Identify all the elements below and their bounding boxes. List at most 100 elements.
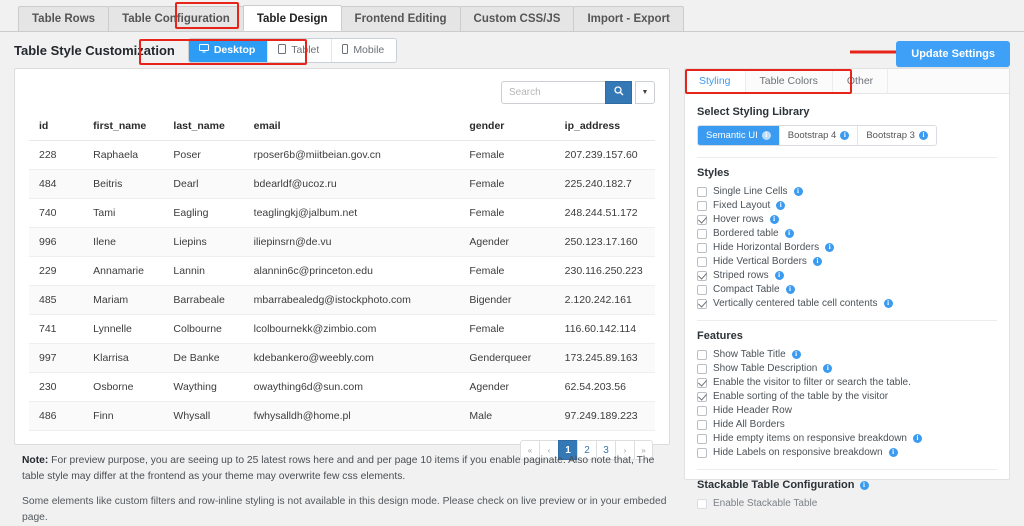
style-option-vertically-centered-table-cell-contents[interactable]: Vertically centered table cell contents i	[697, 298, 997, 309]
checkbox-icon[interactable]	[697, 298, 707, 309]
preview-search-row: ▼	[15, 69, 669, 112]
checkbox-icon[interactable]	[697, 498, 707, 509]
feature-option-show-table-title[interactable]: Show Table Title i	[697, 349, 997, 360]
column-header-email[interactable]: email	[243, 112, 460, 141]
tab-table-rows[interactable]: Table Rows	[18, 6, 110, 31]
cell-gender: Female	[459, 198, 555, 228]
checkbox-icon[interactable]	[697, 391, 707, 402]
table-row: 229 Annamarie Lannin alannin6c@princeton.ed…	[29, 256, 655, 286]
info-icon[interactable]: i	[883, 299, 893, 308]
style-option-striped-rows[interactable]: Striped rows i	[697, 270, 997, 281]
styling-library-group: Semantic UI i Bootstrap 4 i Bootstrap 3 …	[697, 125, 937, 146]
feature-option-hide-all-borders[interactable]: Hide All Borders	[697, 419, 997, 430]
search-input[interactable]	[501, 81, 605, 104]
search-options-button[interactable]: ▼	[635, 81, 655, 104]
checkbox-icon[interactable]	[697, 377, 707, 388]
cell-first-name: Finn	[83, 401, 164, 431]
info-icon[interactable]: i	[912, 434, 922, 443]
feature-option-label: Show Table Title	[713, 349, 786, 360]
info-icon[interactable]: i	[791, 350, 801, 359]
info-icon[interactable]: i	[785, 285, 795, 294]
column-header-gender[interactable]: gender	[459, 112, 555, 141]
table-row: 228 Raphaela Poser rposer6b@miitbeian.gov.c…	[29, 140, 655, 170]
info-icon[interactable]: i	[888, 448, 898, 457]
mobile-icon	[342, 43, 349, 57]
style-option-label: Fixed Layout	[713, 200, 771, 211]
checkbox-icon[interactable]	[697, 405, 707, 416]
info-icon[interactable]: i	[776, 201, 786, 210]
tab-frontend-editing[interactable]: Frontend Editing	[340, 6, 461, 31]
cell-first-name: Beitris	[83, 169, 164, 199]
checkbox-icon[interactable]	[697, 284, 707, 295]
update-settings-button[interactable]: Update Settings	[896, 41, 1010, 67]
info-icon[interactable]: i	[769, 215, 779, 224]
info-icon[interactable]: i	[784, 229, 794, 238]
checkbox-icon[interactable]	[697, 270, 707, 281]
cell-last-name: Liepins	[163, 227, 244, 257]
style-option-single-line-cells[interactable]: Single Line Cells i	[697, 186, 997, 197]
tab-table-configuration[interactable]: Table Configuration	[108, 6, 244, 31]
checkbox-icon[interactable]	[697, 242, 707, 253]
stackable-option-enable-stackable-table[interactable]: Enable Stackable Table	[697, 498, 997, 509]
info-icon[interactable]: i	[774, 271, 784, 280]
info-icon[interactable]: i	[918, 131, 928, 140]
divider	[697, 320, 997, 321]
checkbox-icon[interactable]	[697, 349, 707, 360]
info-icon[interactable]: i	[823, 364, 833, 373]
feature-option-hide-labels-on-responsive-breakdown[interactable]: Hide Labels on responsive breakdown i	[697, 447, 997, 458]
cell-ip-address: 116.60.142.114	[554, 314, 655, 344]
style-option-hide-vertical-borders[interactable]: Hide Vertical Borders i	[697, 256, 997, 267]
device-tablet-label: Tablet	[291, 44, 320, 56]
library-semantic-ui-button[interactable]: Semantic UI i	[698, 126, 780, 145]
info-icon[interactable]: i	[840, 131, 850, 140]
cell-ip-address: 225.240.182.7	[554, 169, 655, 199]
feature-option-show-table-description[interactable]: Show Table Description i	[697, 363, 997, 374]
style-option-compact-table[interactable]: Compact Table i	[697, 284, 997, 295]
tab-table-design[interactable]: Table Design	[242, 5, 342, 31]
feature-option-hide-header-row[interactable]: Hide Header Row	[697, 405, 997, 416]
style-option-bordered-table[interactable]: Bordered table i	[697, 228, 997, 239]
checkbox-icon[interactable]	[697, 186, 707, 197]
checkbox-icon[interactable]	[697, 256, 707, 267]
tab-custom-css-js[interactable]: Custom CSS/JS	[459, 6, 575, 31]
column-header-first-name[interactable]: first_name	[83, 112, 164, 141]
cell-email: mbarrabealedg@istockphoto.com	[243, 285, 460, 315]
table-row: 484 Beitris Dearl bdearldf@ucoz.ru Female 225…	[29, 169, 655, 199]
feature-option-enable-sorting-of-the-table-by-the-visitor[interactable]: Enable sorting of the table by the visit…	[697, 391, 997, 402]
panel-tab-styling[interactable]: Styling	[685, 69, 746, 94]
info-icon[interactable]: i	[761, 131, 771, 140]
checkbox-icon[interactable]	[697, 433, 707, 444]
device-mobile-button[interactable]: Mobile	[332, 38, 397, 62]
feature-option-enable-the-visitor-to-filter-or-search-the-table[interactable]: Enable the visitor to filter or search t…	[697, 377, 997, 388]
style-option-hide-horizontal-borders[interactable]: Hide Horizontal Borders i	[697, 242, 997, 253]
style-option-hover-rows[interactable]: Hover rows i	[697, 214, 997, 225]
cell-email: bdearldf@ucoz.ru	[243, 169, 460, 199]
panel-tab-table-colors[interactable]: Table Colors	[746, 69, 833, 94]
checkbox-icon[interactable]	[697, 363, 707, 374]
style-option-label: Hide Horizontal Borders	[713, 242, 820, 253]
checkbox-icon[interactable]	[697, 228, 707, 239]
style-option-fixed-layout[interactable]: Fixed Layout i	[697, 200, 997, 211]
info-icon[interactable]: i	[812, 257, 822, 266]
device-desktop-button[interactable]: Desktop	[188, 38, 269, 62]
preview-table: id first_name last_name email gender ip_…	[29, 112, 655, 431]
device-tablet-button[interactable]: Tablet	[268, 38, 333, 62]
library-bootstrap-3-button[interactable]: Bootstrap 3 i	[858, 126, 936, 145]
checkbox-icon[interactable]	[697, 200, 707, 211]
column-header-ip-address[interactable]: ip_address	[554, 112, 655, 141]
panel-tab-other[interactable]: Other	[833, 69, 889, 94]
checkbox-icon[interactable]	[697, 447, 707, 458]
checkbox-icon[interactable]	[697, 214, 707, 225]
info-icon[interactable]: i	[859, 480, 869, 490]
cell-gender: Female	[459, 140, 555, 170]
feature-option-hide-empty-items-on-responsive-breakdown[interactable]: Hide empty items on responsive breakdown…	[697, 433, 997, 444]
column-header-last-name[interactable]: last_name	[163, 112, 244, 141]
library-bootstrap-4-button[interactable]: Bootstrap 4 i	[779, 126, 859, 145]
preview-table-body: 228 Raphaela Poser rposer6b@miitbeian.gov.c…	[29, 140, 655, 431]
checkbox-icon[interactable]	[697, 419, 707, 430]
column-header-id[interactable]: id	[29, 112, 84, 141]
search-button[interactable]	[605, 81, 632, 104]
info-icon[interactable]: i	[793, 187, 803, 196]
info-icon[interactable]: i	[825, 243, 835, 252]
tab-import-export[interactable]: Import - Export	[573, 6, 684, 31]
